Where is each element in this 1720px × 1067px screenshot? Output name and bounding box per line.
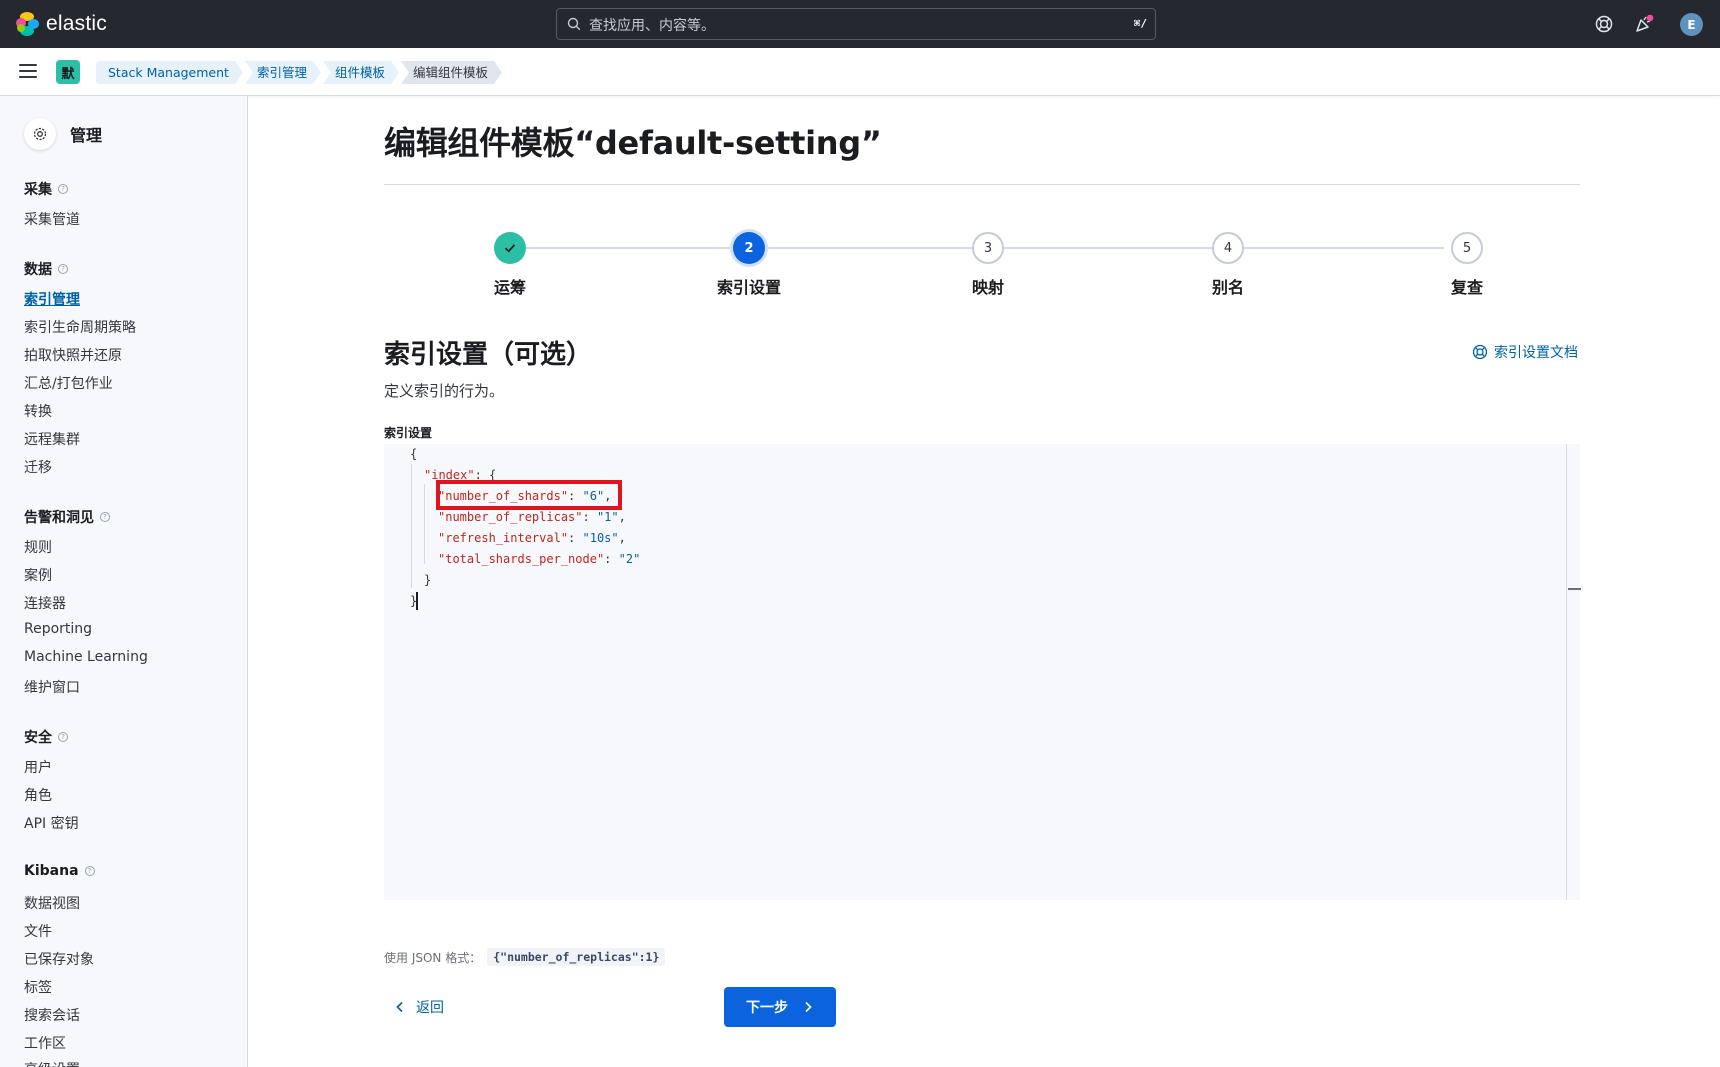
search-shortcut: ⌘/ [1133, 17, 1147, 30]
annotation-highlight-box [436, 480, 622, 510]
help-icon[interactable] [1594, 14, 1614, 34]
next-button[interactable]: 下一步 [724, 987, 836, 1027]
space-avatar[interactable]: 默 [56, 60, 80, 84]
sidebar-item-ingest-pipelines[interactable]: 采集管道 [24, 209, 80, 229]
search-input[interactable]: 查找应用、内容等。 [589, 15, 715, 35]
sidebar-group-ingest: 采集? [24, 179, 68, 199]
search-icon [567, 17, 581, 31]
breadcrumb: Stack Management 索引管理 组件模板 编辑组件模板 [96, 61, 504, 84]
sidebar-item-connectors[interactable]: 连接器 [24, 593, 66, 613]
step-2-indicator[interactable]: 2 [733, 232, 765, 264]
sidebar-item-data-views[interactable]: 数据视图 [24, 893, 80, 913]
section-title: 索引设置（可选） [384, 340, 593, 370]
sidebar-item-maintenance-windows[interactable]: 维护窗口 [24, 677, 80, 697]
section-description: 定义索引的行为。 [384, 382, 505, 400]
step-2-label[interactable]: 索引设置 [689, 274, 809, 298]
gear-icon [24, 118, 56, 150]
json-format-help: 使用 JSON 格式： {"number_of_replicas":1} [384, 948, 666, 966]
breadcrumb-stack-management[interactable]: Stack Management [96, 61, 243, 84]
step-4-indicator[interactable]: 4 [1212, 232, 1244, 264]
breadcrumb-component-templates[interactable]: 组件模板 [323, 61, 399, 84]
wizard-steps: 运筹 2 索引设置 3 映射 4 别名 5 复查 [384, 232, 1580, 297]
sidebar-item-saved-objects[interactable]: 已保存对象 [24, 949, 94, 969]
sidebar-item-users[interactable]: 用户 [24, 757, 52, 777]
top-header: elastic 查找应用、内容等。 ⌘/ E [0, 0, 1720, 48]
chevron-right-icon [805, 1001, 812, 1013]
breadcrumb-index-management[interactable]: 索引管理 [245, 61, 321, 84]
news-feed-icon[interactable] [1634, 14, 1654, 34]
breadcrumb-bar: 默 Stack Management 索引管理 组件模板 编辑组件模板 [0, 48, 1720, 96]
menu-toggle-button[interactable] [19, 64, 37, 80]
sidebar-item-search-sessions[interactable]: 搜索会话 [24, 1005, 80, 1025]
sidebar-item-remote-clusters[interactable]: 远程集群 [24, 429, 80, 449]
sidebar-item-migrate[interactable]: 迁移 [24, 457, 52, 477]
step-3-indicator[interactable]: 3 [972, 232, 1004, 264]
info-icon: ? [100, 512, 110, 522]
sidebar-item-tags[interactable]: 标签 [24, 977, 52, 997]
indent-guide [424, 484, 425, 564]
help-prefix: 使用 JSON 格式： [384, 950, 482, 965]
sidebar-item-roles[interactable]: 角色 [24, 785, 52, 805]
step-3-label[interactable]: 映射 [928, 274, 1048, 298]
sidebar-item-index-management[interactable]: 索引管理 [24, 289, 80, 309]
step-1-label[interactable]: 运筹 [450, 274, 570, 298]
elastic-logo-icon [16, 12, 40, 36]
sidebar-item-spaces[interactable]: 工作区 [24, 1033, 66, 1053]
elastic-logo[interactable]: elastic [16, 12, 107, 36]
text-cursor [416, 592, 418, 610]
step-4-label[interactable]: 别名 [1168, 274, 1288, 298]
sidebar-item-transforms[interactable]: 转换 [24, 401, 52, 421]
back-button[interactable]: 返回 [384, 987, 454, 1027]
indent-guide [411, 464, 412, 588]
sidebar-group-security: 安全? [24, 727, 68, 747]
main-content: 编辑组件模板“default-setting” 运筹 2 索引设置 3 映射 4… [248, 96, 1720, 1067]
info-icon: ? [84, 866, 95, 876]
title-divider [384, 184, 1580, 185]
info-icon: ? [58, 732, 68, 742]
sidebar-group-alerts-insights: 告警和洞见? [24, 507, 110, 527]
index-settings-code-editor[interactable]: { "index": { "number_of_shards": "6", "n… [384, 444, 1581, 900]
sidebar-item-reporting[interactable]: Reporting [24, 621, 92, 637]
sidebar-header: 管理 [24, 118, 102, 150]
user-avatar[interactable]: E [1680, 13, 1703, 36]
index-settings-docs-link[interactable]: 索引设置文档 [1472, 342, 1578, 362]
sidebar-item-advanced-settings[interactable]: 高级设置 [24, 1059, 80, 1067]
help-example: {"number_of_replicas":1} [487, 948, 666, 966]
global-search[interactable]: 查找应用、内容等。 ⌘/ [556, 8, 1156, 40]
sidebar-group-kibana: Kibana? [24, 863, 95, 879]
sidebar-item-files[interactable]: 文件 [24, 921, 52, 941]
check-icon [504, 244, 516, 253]
page-title: 编辑组件模板“default-setting” [384, 124, 882, 162]
sidebar-item-api-keys[interactable]: API 密钥 [24, 813, 79, 833]
sidebar-item-rollup-jobs[interactable]: 汇总/打包作业 [24, 373, 113, 393]
sidebar-item-machine-learning[interactable]: Machine Learning [24, 649, 148, 665]
index-settings-label: 索引设置 [384, 426, 433, 440]
breadcrumb-edit-component-template: 编辑组件模板 [401, 61, 502, 84]
hamburger-icon [19, 64, 37, 66]
sidebar-group-data: 数据? [24, 259, 68, 279]
chevron-left-icon [396, 1001, 403, 1013]
sidebar-item-snapshot-restore[interactable]: 拍取快照并还原 [24, 345, 122, 365]
info-icon: ? [58, 264, 68, 274]
step-1-indicator[interactable] [494, 232, 526, 264]
step-5-label[interactable]: 复查 [1407, 274, 1527, 298]
editor-scrollbar[interactable] [1566, 444, 1581, 900]
step-5-indicator[interactable]: 5 [1451, 232, 1483, 264]
management-sidebar: 管理 采集? 采集管道 数据? 索引管理 索引生命周期策略 拍取快照并还原 汇总… [0, 96, 248, 1067]
help-icon [1472, 344, 1488, 360]
info-icon: ? [58, 184, 68, 194]
doc-link-label: 索引设置文档 [1494, 345, 1578, 361]
sidebar-item-rules[interactable]: 规则 [24, 537, 52, 557]
sidebar-item-ilm-policies[interactable]: 索引生命周期策略 [24, 317, 136, 337]
logo-text: elastic [46, 12, 107, 35]
sidebar-title: 管理 [70, 126, 103, 145]
sidebar-item-cases[interactable]: 案例 [24, 565, 52, 585]
